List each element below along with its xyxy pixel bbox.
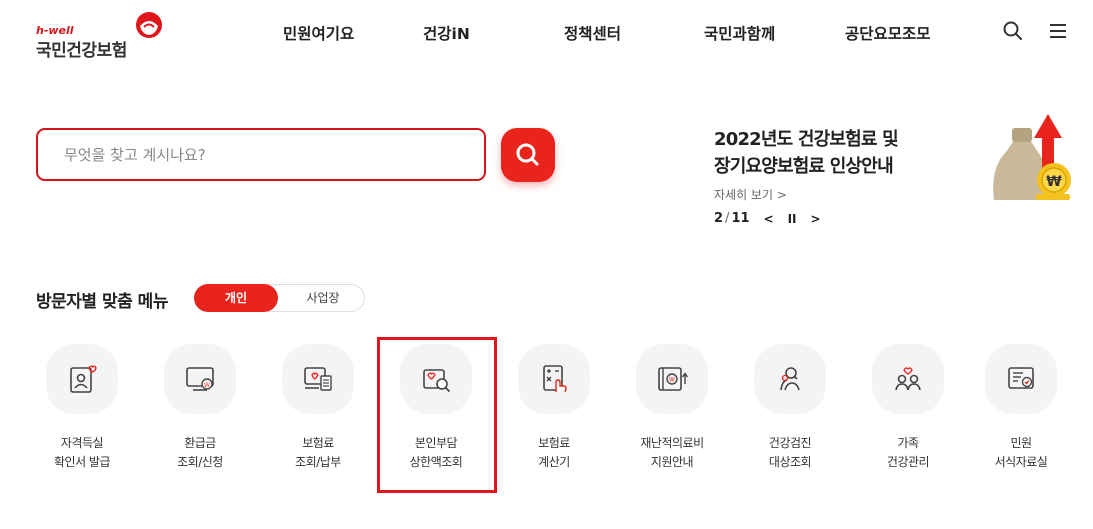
banner-prev-button[interactable]: < [764, 212, 774, 226]
refund-monitor-icon: W [186, 367, 214, 391]
menu-item-icon-bg [872, 344, 944, 414]
search-input[interactable] [64, 142, 464, 168]
menu-item-icon-bg [282, 344, 354, 414]
menu-item-icon-bg: W [636, 344, 708, 414]
menu-label-line1: 자격득실 [60, 436, 104, 450]
money-bag-icon: ₩ [993, 114, 1071, 200]
menu-item-label: 민원 서식자료실 [966, 434, 1076, 472]
nav-item-civil-service[interactable]: 민원여기요 [283, 22, 354, 44]
menu-item-icon-bg: W [164, 344, 236, 414]
menu-label-line2: 계산기 [538, 455, 570, 469]
menu-item-qualification-certificate[interactable]: 자격득실 확인서 발급 [27, 344, 137, 472]
menu-label-line1: 환급금 [184, 436, 216, 450]
menu-label-line2: 조회/신청 [177, 455, 223, 469]
banner-title[interactable]: 2022년도 건강보험료 및 장기요양보험료 인상안내 [714, 126, 974, 180]
menu-label-line2: 조회/납부 [295, 455, 341, 469]
menu-item-label: 자격득실 확인서 발급 [27, 434, 137, 472]
visitor-menu-title: 방문자별 맞춤 메뉴 [36, 292, 168, 312]
menu-label-line1: 보험료 [538, 436, 570, 450]
menu-label-line1: 건강검진 [768, 436, 812, 450]
menu-icon[interactable] [1047, 20, 1069, 42]
visitor-type-toggle: 개인 사업장 [194, 284, 365, 312]
menu-label-line1: 재난적의료비 [640, 436, 704, 450]
nav-item-health-in[interactable]: 건강iN [423, 22, 470, 44]
logo-emblem-icon [136, 12, 162, 38]
menu-item-label: 환급금 조회/신청 [145, 434, 255, 472]
checkup-people-icon [780, 367, 800, 391]
svg-text:W: W [204, 382, 210, 389]
menu-item-label: 재난적의료비 지원안내 [617, 434, 727, 472]
menu-item-refund[interactable]: W 환급금 조회/신청 [145, 344, 255, 472]
menu-label-line1: 보험료 [302, 436, 334, 450]
banner-title-line1: 2022년도 건강보험료 및 [714, 129, 899, 150]
banner-pause-button[interactable]: II [788, 212, 797, 226]
banner-title-line2: 장기요양보험료 인상안내 [714, 156, 894, 177]
nav-item-with-citizens[interactable]: 국민과함께 [704, 22, 775, 44]
banner-current-page: 2 [714, 211, 724, 226]
menu-item-insurance-payment[interactable]: 보험료 조회/납부 [263, 344, 373, 472]
menu-item-catastrophic-medical-support[interactable]: W 재난적의료비 지원안내 [617, 344, 727, 472]
banner-more-link[interactable]: 자세히 보기 > [714, 186, 787, 203]
banner-page-separator: / [725, 211, 730, 226]
menu-item-premium-calculator[interactable]: 보험료 계산기 [499, 344, 609, 472]
menu-label-line1: 민원 [1010, 436, 1032, 450]
menu-item-label: 가족 건강관리 [853, 434, 963, 472]
banner-next-button[interactable]: > [811, 212, 821, 226]
menu-item-icon-bg [46, 344, 118, 414]
logo-text: 국민건강보험 [36, 41, 127, 61]
search-icon[interactable] [1002, 20, 1024, 42]
highlight-box [377, 337, 497, 493]
nav-item-policy-center[interactable]: 정책센터 [564, 22, 621, 44]
menu-label-line2: 건강관리 [886, 455, 930, 469]
menu-label-line2: 대상조회 [768, 455, 812, 469]
search-button[interactable] [501, 128, 555, 182]
menu-item-label: 보험료 계산기 [499, 434, 609, 472]
menu-label-line2: 확인서 발급 [53, 455, 111, 469]
menu-item-icon-bg [754, 344, 826, 414]
insurance-payment-icon [304, 367, 332, 391]
certificate-icon [70, 365, 97, 393]
banner-total-pages: 11 [731, 211, 750, 226]
calculator-icon [543, 365, 567, 393]
menu-item-icon-bg [518, 344, 590, 414]
menu-label-line2: 지원안내 [650, 455, 694, 469]
medical-support-icon: W [658, 367, 689, 391]
tab-personal[interactable]: 개인 [194, 284, 278, 312]
menu-item-civil-forms[interactable]: 민원 서식자료실 [966, 344, 1076, 472]
family-care-icon [895, 367, 921, 391]
svg-text:W: W [669, 377, 675, 384]
search-button-icon [516, 143, 539, 166]
menu-item-family-health[interactable]: 가족 건강관리 [853, 344, 963, 472]
nav-item-about-nhis[interactable]: 공단요모조모 [845, 22, 931, 44]
menu-item-label: 건강검진 대상조회 [735, 434, 845, 472]
menu-item-icon-bg [985, 344, 1057, 414]
banner-pager: 2 / 11 < II > [714, 211, 821, 226]
menu-item-label: 보험료 조회/납부 [263, 434, 373, 472]
svg-text:₩: ₩ [1046, 174, 1062, 190]
logo[interactable]: h-well 국민건강보험 [36, 8, 176, 61]
search-box [36, 128, 486, 181]
document-form-icon [1008, 367, 1034, 389]
menu-item-health-checkup[interactable]: 건강검진 대상조회 [735, 344, 845, 472]
menu-label-line2: 서식자료실 [994, 455, 1048, 469]
menu-label-line1: 가족 [897, 436, 919, 450]
tab-business[interactable]: 사업장 [281, 284, 365, 312]
